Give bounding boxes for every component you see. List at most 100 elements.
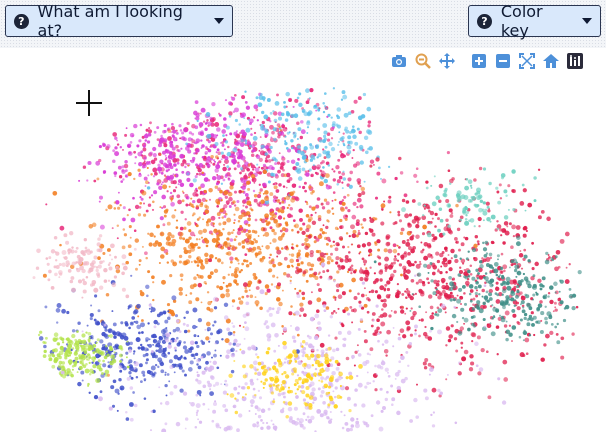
scatter-point [163,214,167,218]
scatter-point [189,360,194,365]
scatter-point [230,273,235,277]
scatter-point [141,347,145,351]
scatter-point [80,354,85,359]
scatter-point [291,243,294,246]
scatter-point [294,223,299,229]
scatter-point [94,348,100,354]
scatter-point [388,195,392,199]
scatter-point [262,182,267,188]
scatter-point [182,159,187,164]
scatter-point [454,258,459,264]
scatter-point [114,174,117,178]
scatter-point [117,206,121,210]
scatter-point [482,219,485,222]
scatter-point [110,354,115,360]
scatter-point [471,247,477,253]
scatter-point [330,252,333,256]
scatter-point [257,414,262,419]
scatter-point [560,336,565,341]
scatter-point [198,122,204,127]
what-am-i-looking-at-dropdown[interactable]: ? What am I looking at? [5,2,233,40]
scatter-point [102,363,107,368]
scatter-point [330,259,334,263]
scatter-point [314,211,317,214]
scatter-point [172,189,177,193]
scatter-point [202,384,207,389]
scatter-point [269,211,275,217]
scatter-point [157,348,163,354]
scatter-point [307,234,312,239]
scatter-point [370,289,375,294]
scatter-point [266,337,271,342]
scatter-point [476,335,481,340]
scatter-point [168,359,173,364]
scatter-point [373,272,376,275]
scatter-point [209,116,213,121]
scatter-point [296,262,301,267]
scatter-point [475,289,479,292]
scatter-point [253,104,259,110]
scatter-point [176,194,181,199]
scatter-point [525,352,529,356]
scatter-point [186,121,190,126]
scatter-point [234,268,238,272]
scatter-point [562,318,567,323]
scatter-point [160,183,163,186]
scatter-point [283,256,288,261]
scatter-point [218,216,221,219]
scatter-point [152,200,155,204]
scatter-point [467,327,471,332]
scatter-point [244,289,248,293]
scatter-point [234,190,237,194]
scatter-point [70,374,74,378]
scatter-point [298,421,302,425]
scatter-point [247,163,251,167]
scatter-point [428,209,431,213]
scatter-point [346,396,351,401]
scatter-point [387,199,392,204]
scatter-point [495,273,499,277]
scatter-point [160,329,166,335]
scatter-point [299,307,305,312]
scatter-point [549,299,554,305]
scatter-point [110,243,115,249]
scatter-point [316,297,322,303]
scatter-point [519,201,525,206]
scatter-point [385,294,391,299]
scatter-point [352,134,357,140]
scatter-point [163,143,168,148]
scatter-point [354,403,356,406]
scatter-point [437,308,443,313]
scatter-point [195,411,199,414]
scatter-point [228,111,233,116]
scatter-point [210,332,213,336]
scatter-point [422,283,426,287]
scatter-point [154,344,158,348]
scatter-point [249,364,254,369]
scatter-point [210,154,214,159]
scatter-point [480,347,485,353]
scatter-point [112,132,118,137]
scatter-point [232,325,236,328]
scatter-point [369,347,374,352]
scatter-point [175,421,181,427]
scatter-point [275,310,280,315]
scatter-point [495,325,500,329]
scatter-point [287,401,293,406]
scatter-point [306,120,311,124]
scatter-point [291,183,297,188]
color-key-dropdown[interactable]: ? Color key [468,2,601,40]
scatter-point [318,181,324,187]
scatter-point [281,200,285,204]
scatter-point [124,263,127,266]
scatter-point [392,326,395,329]
scatter-point [367,124,371,128]
scatter-point [558,290,561,293]
scatter-point [165,394,168,397]
scatter-point [298,208,303,213]
scatter-point [497,258,499,261]
scatter-point [209,388,212,391]
scatter-point [277,135,281,139]
scatter-point [254,296,257,299]
scatter-point [326,209,331,214]
